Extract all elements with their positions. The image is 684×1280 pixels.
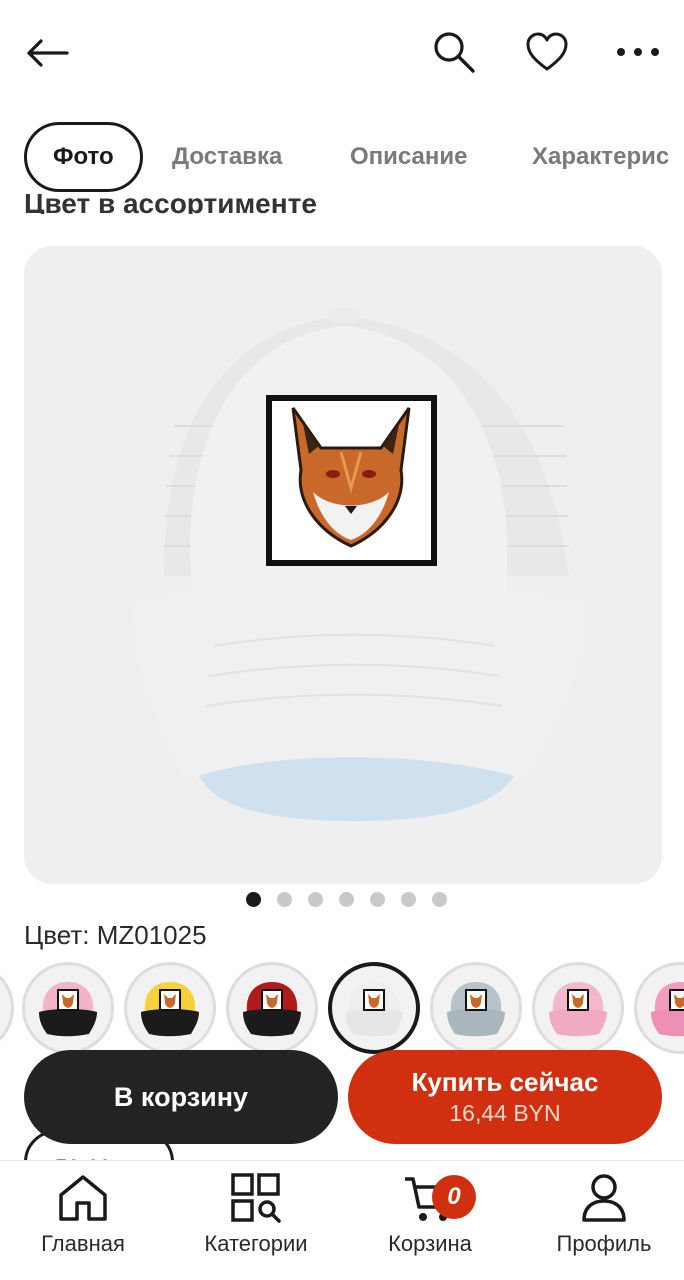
- nav-cart[interactable]: 0 Корзина: [360, 1173, 500, 1257]
- product-photo[interactable]: [24, 246, 662, 884]
- cap-thumbnail: [345, 982, 403, 1037]
- categories-icon: [231, 1173, 281, 1223]
- color-swatch[interactable]: [430, 962, 522, 1054]
- cap-thumbnail: [243, 982, 301, 1037]
- profile-icon: [582, 1174, 626, 1222]
- carousel-dot[interactable]: [400, 892, 416, 907]
- cap-thumbnail: [651, 982, 684, 1037]
- bottom-navigation: Главная Категории 0 Корзина Профиль: [0, 1160, 684, 1280]
- carousel-dot[interactable]: [307, 892, 323, 907]
- carousel-indicators: [0, 892, 684, 908]
- search-icon[interactable]: [428, 26, 480, 78]
- nav-profile-label: Профиль: [556, 1231, 652, 1256]
- color-swatch[interactable]: [532, 962, 624, 1054]
- carousel-dot[interactable]: [369, 892, 385, 907]
- color-swatch[interactable]: [0, 962, 14, 1054]
- cap-thumbnail: [141, 982, 199, 1037]
- more-options-icon[interactable]: [612, 28, 664, 76]
- back-arrow-icon[interactable]: [22, 28, 72, 78]
- tab-characteristics[interactable]: Характерис: [532, 122, 669, 192]
- color-swatch[interactable]: [226, 962, 318, 1054]
- carousel-dot[interactable]: [276, 892, 292, 907]
- color-swatch[interactable]: [124, 962, 216, 1054]
- color-swatch[interactable]: [328, 962, 420, 1054]
- buy-now-button[interactable]: Купить сейчас 16,44 BYN: [348, 1050, 662, 1144]
- heart-icon[interactable]: [520, 26, 574, 78]
- nav-categories[interactable]: Категории: [186, 1173, 326, 1257]
- nav-categories-label: Категории: [204, 1231, 308, 1256]
- cap-thumbnail: [549, 982, 607, 1037]
- color-swatches: [0, 962, 684, 1058]
- carousel-dot[interactable]: [431, 892, 447, 907]
- cap-thumbnail: [39, 982, 97, 1037]
- tab-delivery[interactable]: Доставка: [172, 122, 282, 192]
- home-icon: [59, 1175, 107, 1221]
- section-title-clipped: Цвет в ассортименте: [24, 188, 317, 214]
- add-to-cart-button[interactable]: В корзину: [24, 1050, 338, 1144]
- cap-thumbnail: [447, 982, 505, 1037]
- color-label: Цвет: MZ01025: [24, 920, 207, 950]
- color-swatch[interactable]: [22, 962, 114, 1054]
- tab-photo[interactable]: Фото: [24, 122, 143, 192]
- price-label: 16,44 BYN: [449, 1100, 561, 1126]
- color-swatch[interactable]: [634, 962, 684, 1054]
- cap-illustration: [134, 308, 584, 821]
- carousel-dot[interactable]: [245, 892, 261, 907]
- nav-profile[interactable]: Профиль: [534, 1173, 674, 1257]
- nav-home-label: Главная: [41, 1231, 125, 1256]
- carousel-dot[interactable]: [338, 892, 354, 907]
- nav-cart-label: Корзина: [388, 1231, 472, 1256]
- cart-count-badge: 0: [432, 1175, 476, 1219]
- nav-home[interactable]: Главная: [13, 1173, 153, 1257]
- tab-description[interactable]: Описание: [350, 122, 468, 192]
- top-bar: [0, 0, 684, 104]
- buy-now-label: Купить сейчас: [411, 1067, 599, 1097]
